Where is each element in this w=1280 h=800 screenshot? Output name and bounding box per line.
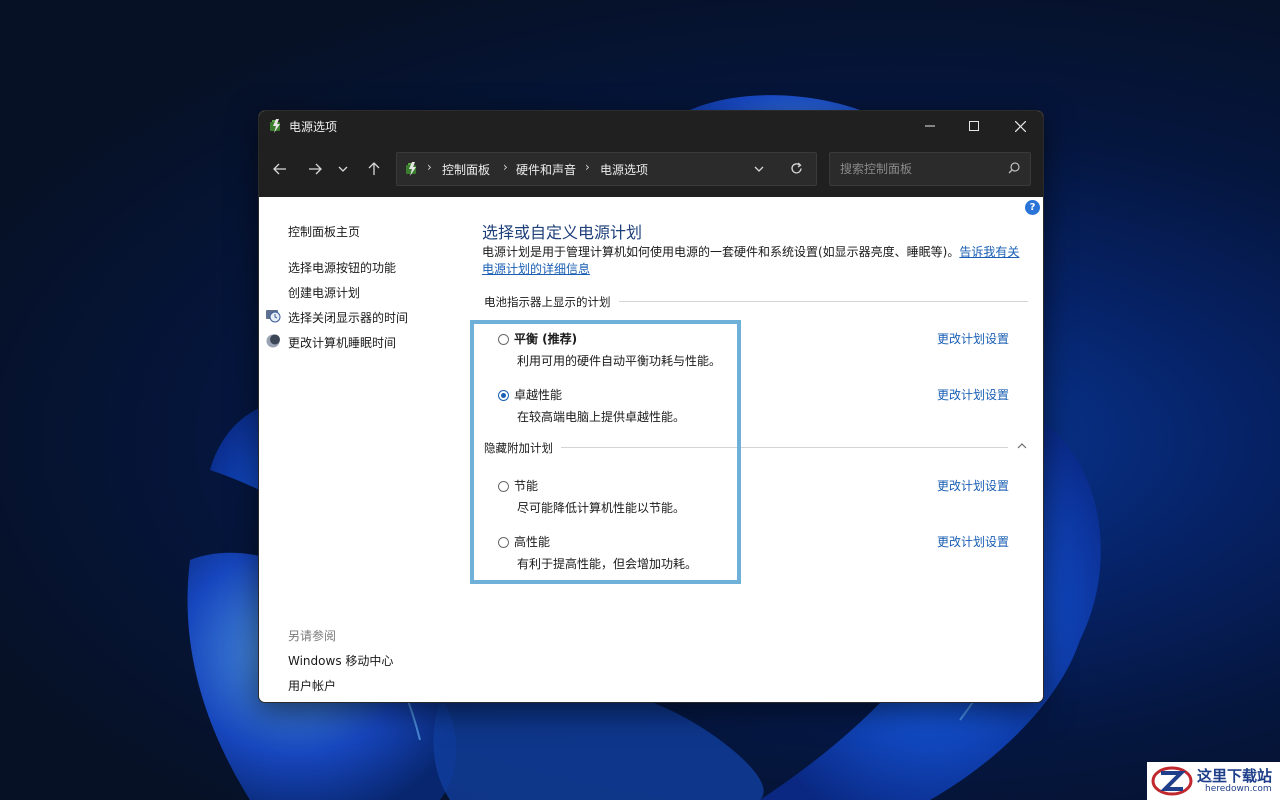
divider <box>484 447 1008 448</box>
hidden-plans-label[interactable]: 隐藏附加计划 <box>484 440 561 456</box>
sidebar-create-power-plan[interactable]: 创建电源计划 <box>288 284 360 301</box>
arrow-left-icon <box>273 163 286 175</box>
sidebar-power-button-function[interactable]: 选择电源按钮的功能 <box>288 259 396 276</box>
plan-power-saver-name[interactable]: 节能 <box>514 477 538 494</box>
search-icon <box>1008 162 1020 174</box>
plan-power-saver-change-settings[interactable]: 更改计划设置 <box>937 477 1009 494</box>
up-button[interactable] <box>361 157 387 181</box>
arrow-up-icon <box>368 162 380 175</box>
see-also-user-accounts[interactable]: 用户帐户 <box>288 677 336 694</box>
power-options-icon <box>270 119 280 133</box>
close-icon <box>1014 120 1026 132</box>
watermark-url: heredown.com <box>1205 784 1272 794</box>
plan-ultimate-desc: 在较高端电脑上提供卓越性能。 <box>517 410 686 424</box>
plan-high-performance-change-settings[interactable]: 更改计划设置 <box>937 533 1009 550</box>
plan-balanced-change-settings[interactable]: 更改计划设置 <box>937 330 1009 347</box>
site-watermark: 这里下载站 heredown.com <box>1147 762 1280 800</box>
plan-high-performance-radio[interactable] <box>498 537 509 548</box>
content-area: ? 控制面板主页 选择电源按钮的功能 创建电源计划 选择关闭显示器的时间 更改计… <box>259 197 1043 702</box>
chevron-down-icon <box>338 166 348 172</box>
window-title: 电源选项 <box>289 120 338 134</box>
monitor-clock-icon <box>266 310 281 323</box>
sidebar-display-off-time[interactable]: 选择关闭显示器的时间 <box>288 309 408 326</box>
address-bar[interactable]: › 控制面板 › 硬件和声音 › 电源选项 <box>396 152 817 186</box>
plan-ultimate-radio[interactable] <box>498 390 509 401</box>
sidebar-control-panel-home[interactable]: 控制面板主页 <box>288 223 360 240</box>
power-options-icon <box>406 162 416 176</box>
plan-balanced-desc: 利用可用的硬件自动平衡功耗与性能。 <box>517 354 722 368</box>
see-also-mobility-center[interactable]: Windows 移动中心 <box>288 652 393 669</box>
breadcrumb-hardware-sound[interactable]: 硬件和声音 <box>516 161 576 178</box>
search-input[interactable] <box>838 159 1002 179</box>
address-dropdown-icon[interactable] <box>754 166 764 172</box>
breadcrumb-control-panel[interactable]: 控制面板 <box>442 161 490 178</box>
breadcrumb-power-options[interactable]: 电源选项 <box>600 161 648 178</box>
page-title: 选择或自定义电源计划 <box>482 223 643 242</box>
battery-group-label: 电池指示器上显示的计划 <box>484 294 619 310</box>
search-box[interactable] <box>829 152 1031 186</box>
watermark-name: 这里下载站 <box>1197 767 1273 785</box>
breadcrumb-separator: › <box>503 160 508 174</box>
breadcrumb-separator: › <box>427 160 432 174</box>
minimize-button[interactable] <box>907 111 953 141</box>
power-options-window: 电源选项 › 控制面板 › 硬件和声音 › 电源选项 搜索控制面板 ? 控制面板… <box>258 110 1044 703</box>
arrow-right-icon <box>309 163 322 175</box>
title-bar: 电源选项 <box>259 111 1043 141</box>
see-also-header: 另请参阅 <box>288 629 337 643</box>
description-text: 电源计划是用于管理计算机如何使用电源的一套硬件和系统设置(如显示器亮度、睡眠等)… <box>482 245 960 259</box>
sidebar-sleep-time[interactable]: 更改计算机睡眠时间 <box>288 334 396 351</box>
forward-button[interactable] <box>302 157 328 181</box>
plan-ultimate-change-settings[interactable]: 更改计划设置 <box>937 386 1009 403</box>
refresh-icon[interactable] <box>790 162 803 175</box>
help-icon[interactable]: ? <box>1025 200 1040 215</box>
breadcrumb-separator: › <box>585 160 590 174</box>
minimize-icon <box>925 125 935 127</box>
maximize-icon <box>969 121 979 131</box>
heredown-logo-icon <box>1151 766 1193 796</box>
plan-power-saver-radio[interactable] <box>498 481 509 492</box>
plan-balanced-name[interactable]: 平衡 (推荐) <box>514 330 577 347</box>
recent-locations-button[interactable] <box>333 157 353 181</box>
page-description: 电源计划是用于管理计算机如何使用电源的一套硬件和系统设置(如显示器亮度、睡眠等)… <box>482 244 1030 278</box>
plan-high-performance-desc: 有利于提高性能，但会增加功耗。 <box>517 557 698 571</box>
navigation-toolbar: › 控制面板 › 硬件和声音 › 电源选项 <box>259 141 1043 197</box>
plan-ultimate-name[interactable]: 卓越性能 <box>514 386 562 403</box>
sleep-moon-icon <box>266 334 280 348</box>
plan-high-performance-name[interactable]: 高性能 <box>514 533 550 550</box>
close-button[interactable] <box>997 111 1043 141</box>
chevron-up-icon[interactable] <box>1017 443 1027 449</box>
plan-balanced-radio[interactable] <box>498 334 509 345</box>
back-button[interactable] <box>267 157 293 181</box>
maximize-button[interactable] <box>951 111 997 141</box>
plan-power-saver-desc: 尽可能降低计算机性能以节能。 <box>517 501 686 515</box>
